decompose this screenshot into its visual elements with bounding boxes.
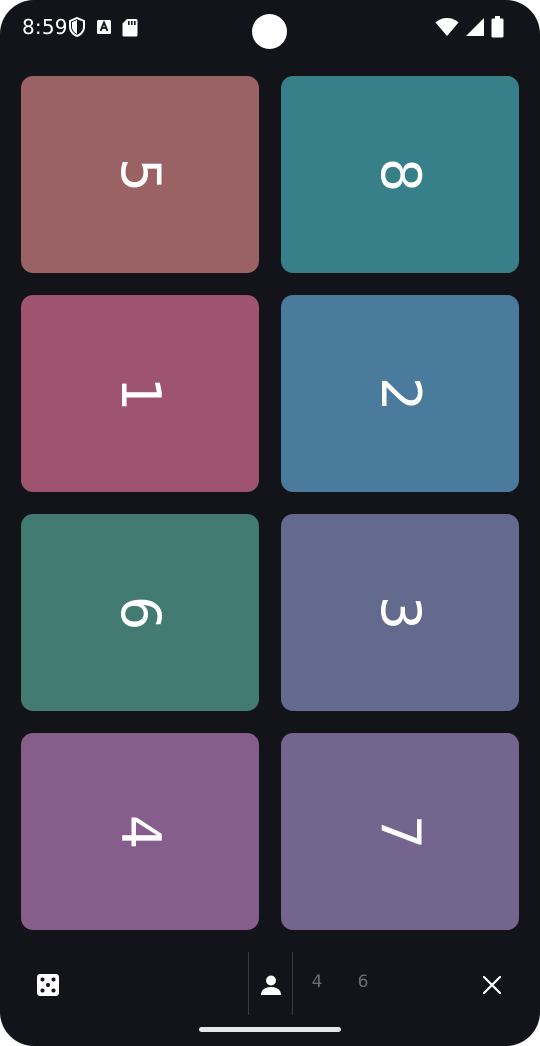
phone-screen: 8:59 5 8 1 2 6 3 4 7 4 6 — [0, 0, 540, 1046]
tile-number: 7 — [368, 814, 432, 849]
tile[interactable]: 7 — [281, 733, 519, 930]
tile-number: 4 — [108, 814, 172, 849]
count-option-6[interactable]: 6 — [351, 972, 375, 992]
close-button[interactable] — [470, 963, 514, 1007]
status-bar: 8:59 — [0, 0, 540, 56]
player-count-button[interactable] — [249, 963, 292, 1007]
person-icon — [260, 975, 281, 995]
tile-number: 5 — [108, 157, 172, 192]
bottom-toolbar: 4 6 — [0, 950, 540, 1018]
status-time: 8:59 — [22, 15, 68, 39]
tile[interactable]: 3 — [281, 514, 519, 711]
sd-card-icon — [122, 18, 138, 37]
count-option-4[interactable]: 4 — [305, 972, 329, 992]
front-camera — [252, 14, 287, 49]
tile-number: 1 — [108, 376, 172, 411]
divider — [292, 952, 293, 1015]
roll-dice-button[interactable] — [26, 963, 70, 1007]
signal-icon — [465, 17, 485, 37]
tile-number: 6 — [108, 595, 172, 630]
tile[interactable]: 1 — [21, 295, 259, 492]
tile[interactable]: 2 — [281, 295, 519, 492]
tile-grid: 5 8 1 2 6 3 4 7 — [21, 76, 519, 930]
tile-number: 2 — [368, 376, 432, 411]
shield-icon — [68, 17, 86, 37]
battery-icon — [491, 16, 504, 38]
close-icon — [482, 975, 502, 995]
tile[interactable]: 4 — [21, 733, 259, 930]
wifi-icon — [435, 17, 459, 37]
tile[interactable]: 6 — [21, 514, 259, 711]
tile-number: 3 — [368, 595, 432, 630]
status-system-icons — [435, 16, 504, 38]
status-notification-icons — [68, 17, 138, 37]
font-a-icon — [96, 19, 112, 35]
home-indicator[interactable] — [199, 1027, 341, 1032]
dice-five-icon — [37, 974, 59, 996]
tile-number: 8 — [368, 157, 432, 192]
tile[interactable]: 8 — [281, 76, 519, 273]
tile[interactable]: 5 — [21, 76, 259, 273]
